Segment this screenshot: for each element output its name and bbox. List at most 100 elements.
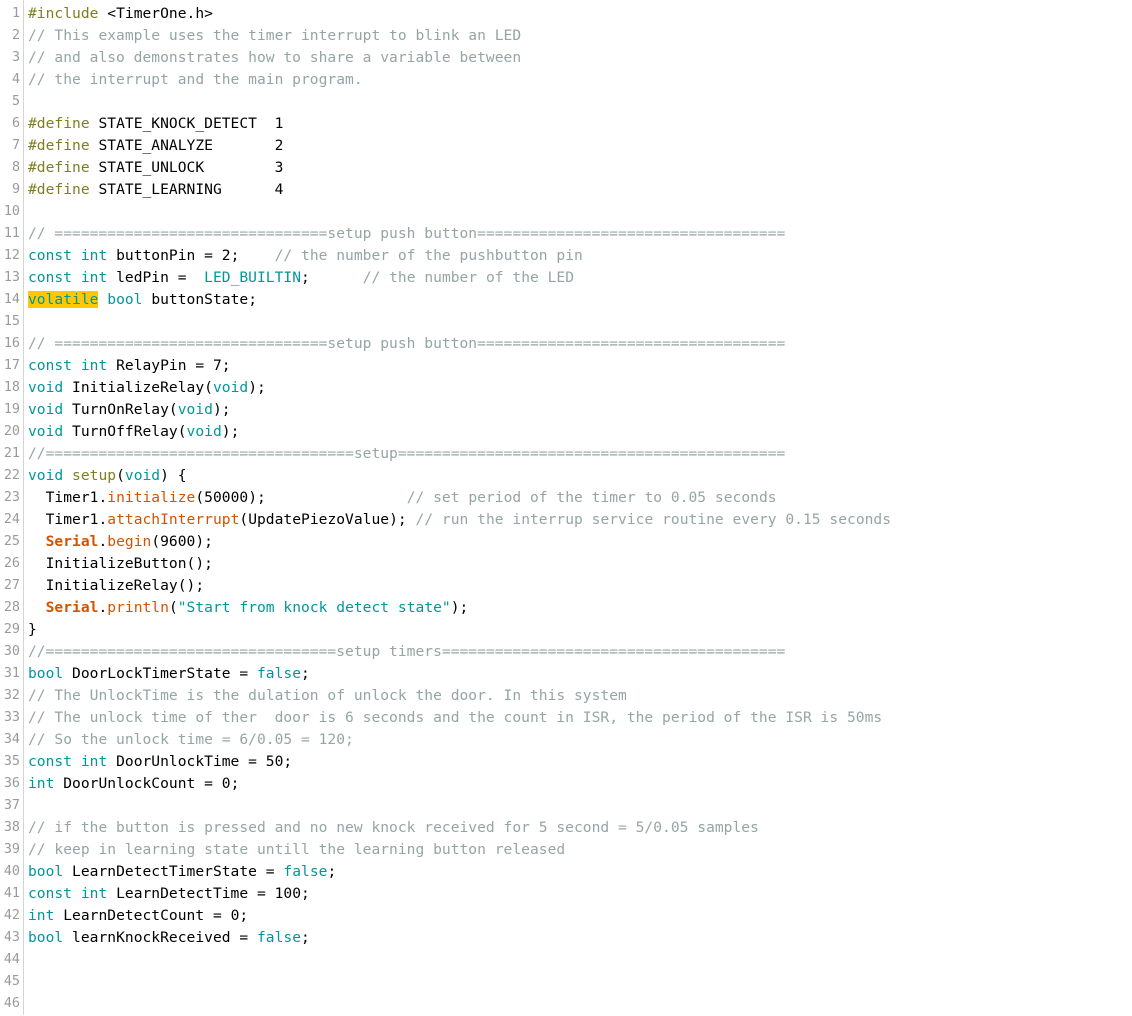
token-number: 9600 — [160, 533, 196, 550]
code-line[interactable]: // So the unlock time = 6/0.05 = 120; — [28, 729, 1132, 751]
token-number: 100 — [274, 885, 302, 902]
code-line[interactable]: bool DoorLockTimerState = false; — [28, 663, 1132, 685]
token-punctuation: ( — [151, 533, 161, 550]
token-keyword: bool — [107, 291, 143, 308]
token-object: Serial — [45, 599, 99, 616]
code-line[interactable]: #define STATE_UNLOCK 3 — [28, 157, 1132, 179]
code-line[interactable]: // keep in learning state untill the lea… — [28, 839, 1132, 861]
line-number: 46 — [3, 996, 20, 1011]
code-line[interactable]: void setup(void) { — [28, 465, 1132, 487]
token-punctuation: ( — [195, 489, 205, 506]
code-line[interactable]: bool LearnDetectTimerState = false; — [28, 861, 1132, 883]
token-punctuation — [54, 907, 63, 924]
token-punctuation: ); — [195, 533, 213, 550]
code-line[interactable]: // ===============================setup … — [28, 333, 1132, 355]
token-punctuation: . — [98, 533, 108, 550]
code-line[interactable]: const int RelayPin = 7; — [28, 355, 1132, 377]
token-punctuation — [213, 137, 275, 154]
code-line[interactable]: // This example uses the timer interrupt… — [28, 25, 1132, 47]
code-line[interactable]: const int buttonPin = 2; // the number o… — [28, 245, 1132, 267]
token-punctuation: = — [195, 775, 222, 792]
code-line[interactable]: volatile bool buttonState; — [28, 289, 1132, 311]
token-keyword: const — [28, 885, 73, 902]
code-line[interactable]: int DoorUnlockCount = 0; — [28, 773, 1132, 795]
token-keyword: false — [256, 665, 302, 682]
token-identifier: DoorUnlockTime — [116, 753, 240, 770]
code-line[interactable]: // and also demonstrates how to share a … — [28, 47, 1132, 69]
code-line[interactable] — [28, 993, 1132, 1015]
token-keyword: false — [283, 863, 328, 880]
code-line[interactable]: #include <TimerOne.h> — [28, 3, 1132, 25]
code-line[interactable] — [28, 201, 1132, 223]
token-method: attachInterrupt — [107, 511, 240, 528]
line-number: 18 — [3, 380, 20, 395]
token-punctuation — [143, 291, 152, 308]
token-punctuation: ; — [248, 291, 257, 308]
code-line[interactable]: // the interrupt and the main program. — [28, 69, 1132, 91]
search-highlight[interactable]: volatile — [28, 291, 99, 308]
token-number: 2 — [274, 137, 284, 154]
code-line[interactable]: Timer1.attachInterrupt(UpdatePiezoValue)… — [28, 509, 1132, 531]
line-number: 22 — [3, 468, 20, 483]
token-preprocessor: #define — [28, 115, 90, 132]
token-number: 1 — [274, 115, 284, 132]
code-line[interactable]: void TurnOnRelay(void); — [28, 399, 1132, 421]
code-line[interactable] — [28, 311, 1132, 333]
token-keyword: int — [28, 907, 55, 924]
line-number: 25 — [3, 534, 20, 549]
code-line[interactable]: #define STATE_LEARNING 4 — [28, 179, 1132, 201]
token-punctuation: ); — [221, 423, 240, 440]
token-punctuation: } — [28, 621, 37, 638]
code-line[interactable]: } — [28, 619, 1132, 641]
code-line[interactable]: const int DoorUnlockTime = 50; — [28, 751, 1132, 773]
token-keyword: void — [177, 401, 213, 418]
token-punctuation: ; — [301, 929, 310, 946]
code-line[interactable]: // The UnlockTime is the dulation of unl… — [28, 685, 1132, 707]
code-line[interactable] — [28, 795, 1132, 817]
code-line[interactable]: Timer1.initialize(50000); // set period … — [28, 487, 1132, 509]
code-line[interactable]: // ===============================setup … — [28, 223, 1132, 245]
code-line[interactable]: //===================================set… — [28, 443, 1132, 465]
token-identifier: DoorUnlockCount — [63, 775, 196, 792]
token-identifier: h — [195, 5, 205, 22]
token-comment: // ===============================setup … — [28, 225, 786, 242]
token-preprocessor: #define — [28, 137, 90, 154]
token-punctuation — [28, 489, 46, 506]
token-comment: //=================================setup… — [28, 643, 786, 660]
code-line[interactable]: #define STATE_KNOCK_DETECT 1 — [28, 113, 1132, 135]
token-identifier: ledPin — [116, 269, 169, 286]
code-line[interactable]: InitializeButton(); — [28, 553, 1132, 575]
line-number: 8 — [11, 160, 20, 175]
code-line[interactable]: int LearnDetectCount = 0; — [28, 905, 1132, 927]
line-number: 12 — [3, 248, 20, 263]
token-punctuation — [72, 247, 81, 264]
code-line[interactable]: Serial.println("Start from knock detect … — [28, 597, 1132, 619]
line-number: 13 — [3, 270, 20, 285]
code-line[interactable]: const int LearnDetectTime = 100; — [28, 883, 1132, 905]
code-line[interactable]: #define STATE_ANALYZE 2 — [28, 135, 1132, 157]
token-comment: // and also demonstrates how to share a … — [28, 49, 522, 66]
code-editor[interactable]: 1 2 3 4 5 6 7 8 9 10 11 12 13 14 15 16 17 18 19 20 21 22 23 24 2… — [0, 0, 1132, 1016]
code-line[interactable]: void InitializeRelay(void); — [28, 377, 1132, 399]
code-line[interactable]: const int ledPin = LED_BUILTIN; // the n… — [28, 267, 1132, 289]
code-line[interactable] — [28, 949, 1132, 971]
code-content-area[interactable]: #include <TimerOne.h>// This example use… — [24, 0, 1132, 1015]
token-punctuation: ; — [230, 775, 240, 792]
token-identifier: learnKnockReceived — [72, 929, 231, 946]
token-punctuation: ; — [327, 863, 337, 880]
token-keyword: false — [256, 929, 302, 946]
code-line[interactable]: Serial.begin(9600); — [28, 531, 1132, 553]
code-line[interactable] — [28, 91, 1132, 113]
code-line[interactable]: // if the button is pressed and no new k… — [28, 817, 1132, 839]
code-line[interactable]: //=================================setup… — [28, 641, 1132, 663]
token-punctuation: (); — [186, 555, 213, 572]
line-number: 34 — [3, 732, 20, 747]
token-punctuation: . — [98, 511, 108, 528]
code-line[interactable]: void TurnOffRelay(void); — [28, 421, 1132, 443]
code-line[interactable]: // The unlock time of ther door is 6 sec… — [28, 707, 1132, 729]
code-line[interactable] — [28, 971, 1132, 993]
line-number: 20 — [3, 424, 20, 439]
token-identifier: LearnDetectTime — [116, 885, 249, 902]
code-line[interactable]: InitializeRelay(); — [28, 575, 1132, 597]
code-line[interactable]: bool learnKnockReceived = false; — [28, 927, 1132, 949]
